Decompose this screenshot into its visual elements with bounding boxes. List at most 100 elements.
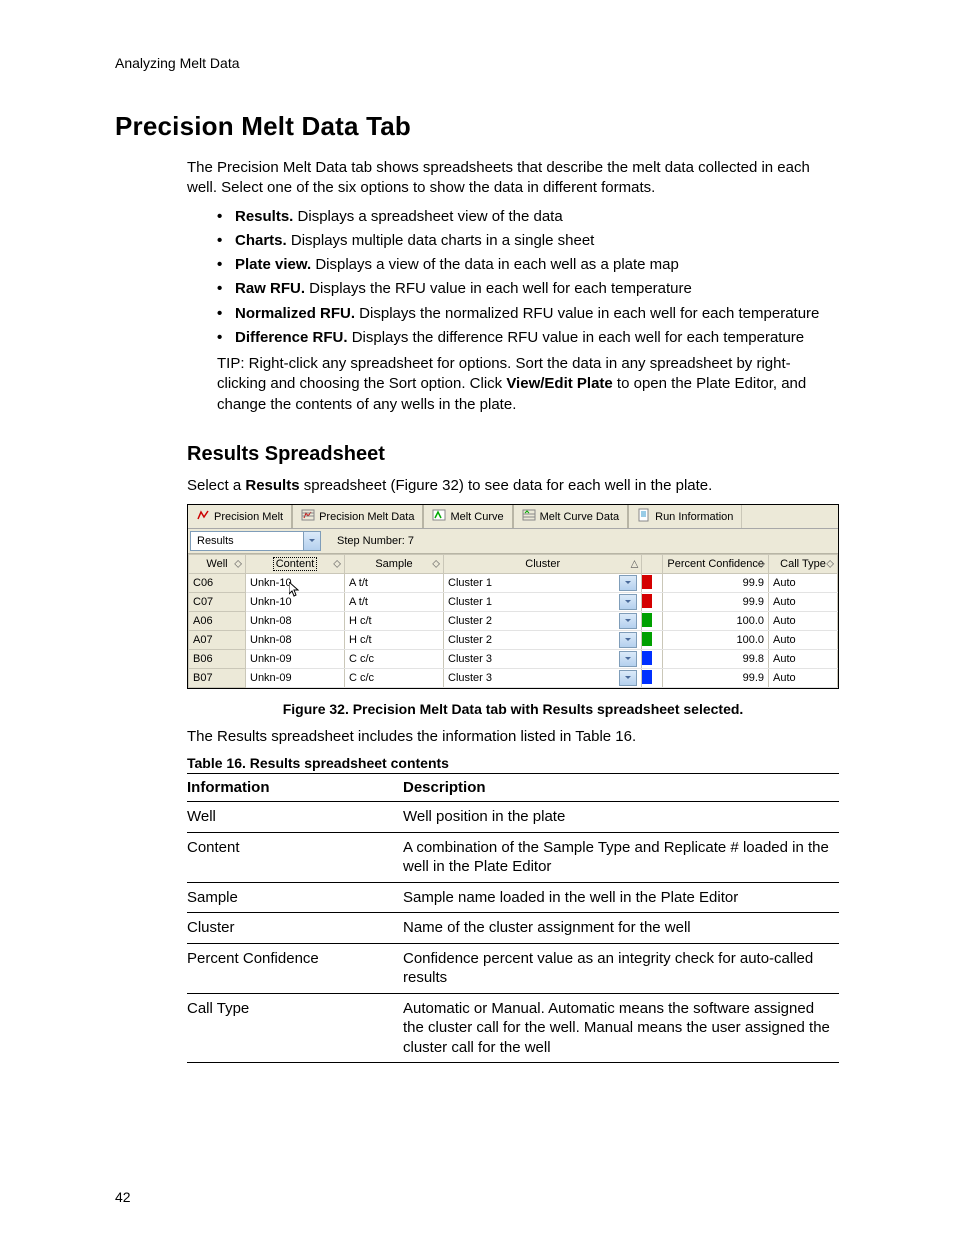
tab-run-information[interactable]: Run Information	[629, 505, 742, 528]
desc-value: Confidence percent value as an integrity…	[403, 943, 839, 993]
col-well[interactable]: Well◇	[189, 555, 246, 574]
cell: Unkn-08	[246, 631, 345, 650]
desc-value: Automatic or Manual. Automatic means the…	[403, 993, 839, 1063]
desc-row: WellWell position in the plate	[187, 802, 839, 833]
sort-icon[interactable]: ◇	[826, 559, 834, 570]
cell: Auto	[769, 631, 838, 650]
cell: Auto	[769, 650, 838, 669]
cell: 99.9	[663, 669, 769, 688]
cluster-color-swatch	[642, 631, 663, 650]
desc-row: ContentA combination of the Sample Type …	[187, 832, 839, 882]
table-row[interactable]: A07Unkn-08H c/tCluster 2 100.0Auto	[189, 631, 838, 650]
cell: Unkn-08	[246, 612, 345, 631]
tab-label: Run Information	[655, 511, 733, 523]
tab-melt-curve-data[interactable]: Melt Curve Data	[514, 505, 629, 528]
desc-key: Percent Confidence	[187, 943, 403, 993]
col-call-type[interactable]: Call Type◇	[769, 555, 838, 574]
option-item: Charts. Displays multiple data charts in…	[217, 231, 839, 251]
chevron-down-icon	[303, 532, 320, 550]
desc-header: Description	[403, 774, 839, 802]
cluster-cell[interactable]: Cluster 3	[444, 650, 642, 669]
desc-key: Cluster	[187, 913, 403, 944]
cell: A t/t	[345, 574, 444, 593]
cell: H c/t	[345, 631, 444, 650]
cluster-cell[interactable]: Cluster 2	[444, 631, 642, 650]
tab-icon	[522, 508, 536, 525]
dropdown-value: Results	[191, 534, 303, 548]
tab-label: Precision Melt	[214, 511, 283, 523]
tab-precision-melt-data[interactable]: Precision Melt Data	[293, 505, 424, 528]
cluster-color-swatch	[642, 612, 663, 631]
cluster-cell[interactable]: Cluster 2	[444, 612, 642, 631]
cluster-cell[interactable]: Cluster 3	[444, 669, 642, 688]
tab-precision-melt[interactable]: Precision Melt	[188, 505, 293, 528]
tab-icon	[637, 508, 651, 525]
cell: Unkn-10	[246, 593, 345, 612]
col-color	[642, 555, 663, 574]
table-row[interactable]: C07Unkn-10A t/tCluster 199.9Auto	[189, 593, 838, 612]
desc-value: Well position in the plate	[403, 802, 839, 833]
cluster-color-swatch	[642, 593, 663, 612]
table-caption: Table 16. Results spreadsheet contents	[187, 755, 839, 771]
col-content[interactable]: Content◇	[246, 555, 345, 574]
chevron-down-icon	[619, 575, 637, 591]
sort-icon[interactable]: ◇	[757, 559, 765, 570]
chevron-down-icon	[619, 670, 637, 686]
cluster-color-swatch	[642, 650, 663, 669]
cell: 99.9	[663, 593, 769, 612]
table-row[interactable]: C06Unkn-10A t/tCluster 1 99.9Auto	[189, 574, 838, 593]
sort-icon[interactable]: ◇	[234, 559, 242, 570]
figure-caption: Figure 32. Precision Melt Data tab with …	[187, 701, 839, 717]
cell: A t/t	[345, 593, 444, 612]
cell: Auto	[769, 574, 838, 593]
desc-key: Well	[187, 802, 403, 833]
cell: A07	[189, 631, 246, 650]
desc-value: Name of the cluster assignment for the w…	[403, 913, 839, 944]
results-grid[interactable]: Well◇Content◇Sample◇Cluster△ Percent Conf…	[188, 554, 838, 688]
col-percent-confidence[interactable]: Percent Confidence◇	[663, 555, 769, 574]
table-row[interactable]: A06Unkn-08H c/tCluster 2100.0Auto	[189, 612, 838, 631]
cell: H c/t	[345, 612, 444, 631]
cell: Unkn-09	[246, 669, 345, 688]
option-item: Normalized RFU. Displays the normalized …	[217, 304, 839, 324]
tab-melt-curve[interactable]: Melt Curve	[424, 505, 513, 528]
col-sample[interactable]: Sample◇	[345, 555, 444, 574]
chevron-down-icon	[619, 651, 637, 667]
cell: 99.9	[663, 574, 769, 593]
tab-icon	[196, 508, 210, 525]
results-dropdown[interactable]: Results	[190, 531, 321, 551]
cell: Auto	[769, 669, 838, 688]
desc-value: Sample name loaded in the well in the Pl…	[403, 882, 839, 913]
tab-bar: Precision Melt Precision Melt Data Melt Cu…	[188, 505, 838, 529]
table-row[interactable]: B07Unkn-09C c/cCluster 3 99.9Auto	[189, 669, 838, 688]
page-title: Precision Melt Data Tab	[115, 111, 839, 142]
toolbar: Results Step Number: 7	[188, 529, 838, 554]
description-table: InformationDescriptionWellWell position …	[187, 773, 839, 1063]
cell: Unkn-10	[246, 574, 345, 593]
cell: C c/c	[345, 669, 444, 688]
figure-screenshot: Precision Melt Precision Melt Data Melt Cu…	[187, 504, 839, 689]
tip-paragraph: TIP: Right-click any spreadsheet for opt…	[217, 354, 839, 415]
table-row[interactable]: B06Unkn-09C c/cCluster 399.8Auto	[189, 650, 838, 669]
tab-label: Melt Curve Data	[540, 511, 619, 523]
cluster-color-swatch	[642, 574, 663, 593]
sort-asc-icon[interactable]: △	[631, 559, 639, 570]
running-head: Analyzing Melt Data	[115, 55, 839, 71]
page-number: 42	[115, 1189, 131, 1205]
cell: B07	[189, 669, 246, 688]
sort-icon[interactable]: ◇	[333, 559, 341, 570]
cell: C c/c	[345, 650, 444, 669]
chevron-down-icon	[619, 594, 637, 610]
col-cluster[interactable]: Cluster△	[444, 555, 642, 574]
cluster-cell[interactable]: Cluster 1	[444, 574, 642, 593]
cell: 100.0	[663, 631, 769, 650]
cluster-cell[interactable]: Cluster 1	[444, 593, 642, 612]
cell: C06	[189, 574, 246, 593]
option-item: Difference RFU. Displays the difference …	[217, 328, 839, 348]
option-item: Raw RFU. Displays the RFU value in each …	[217, 279, 839, 299]
tab-label: Precision Melt Data	[319, 511, 414, 523]
cell: Unkn-09	[246, 650, 345, 669]
sort-icon[interactable]: ◇	[432, 559, 440, 570]
tab-label: Melt Curve	[450, 511, 503, 523]
intro-paragraph: The Precision Melt Data tab shows spread…	[187, 158, 839, 199]
